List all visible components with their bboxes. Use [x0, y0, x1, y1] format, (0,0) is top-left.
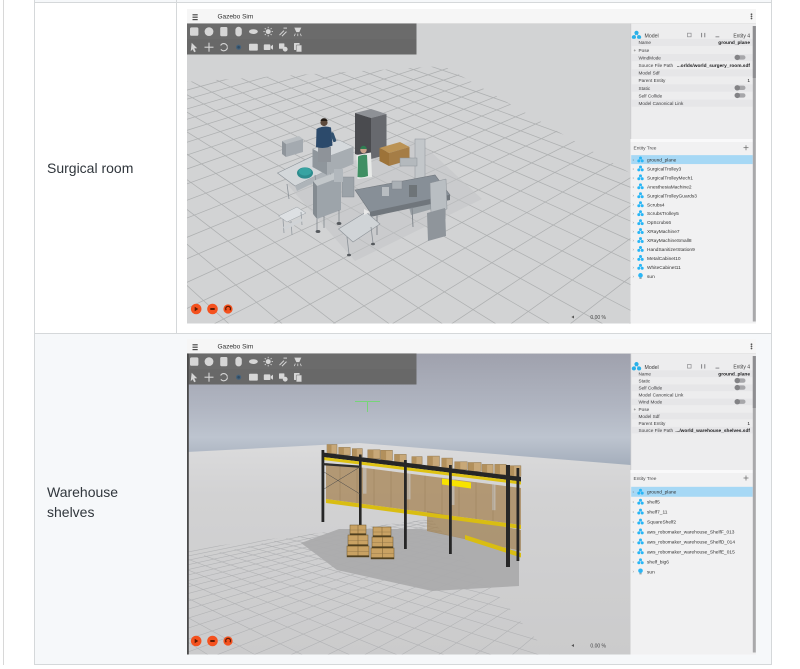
svg-text:MetalCabinet10: MetalCabinet10	[647, 256, 681, 262]
svg-text:Parent Entity: Parent Entity	[639, 78, 666, 83]
svg-text:Self Collide: Self Collide	[639, 386, 663, 391]
svg-text:Scrubs4: Scrubs4	[647, 202, 665, 208]
svg-text:WindMode: WindMode	[639, 55, 662, 60]
svg-text:Name: Name	[639, 40, 652, 45]
svg-text:+: +	[634, 407, 637, 412]
svg-text:Model: Model	[645, 34, 659, 40]
svg-text:XRayMachineSmall8: XRayMachineSmall8	[647, 238, 692, 244]
svg-text:AnesthesiaMachine2: AnesthesiaMachine2	[647, 184, 692, 190]
svg-text:Static: Static	[639, 379, 651, 384]
svg-text:Model Canonical Link: Model Canonical Link	[639, 101, 684, 106]
svg-text:sun: sun	[647, 570, 655, 575]
svg-text:SquareShelf2: SquareShelf2	[647, 520, 676, 526]
svg-text:shelf_big6: shelf_big6	[647, 559, 669, 565]
svg-text:shelf5: shelf5	[647, 500, 660, 506]
svg-text:Model: Model	[645, 365, 659, 371]
svg-text:OpScrubs6: OpScrubs6	[647, 220, 671, 226]
svg-text:Entity 4: Entity 4	[733, 365, 750, 371]
svg-text:ground_plane: ground_plane	[647, 490, 677, 496]
svg-text:Wind Mode: Wind Mode	[639, 400, 663, 405]
svg-text:0.00 %: 0.00 %	[590, 315, 606, 321]
svg-text:0.00 %: 0.00 %	[590, 644, 606, 650]
svg-text:Self Collide: Self Collide	[639, 93, 663, 98]
svg-text:Parent Entity: Parent Entity	[639, 421, 666, 426]
svg-text:ground_plane: ground_plane	[718, 372, 750, 378]
svg-text:sun: sun	[647, 275, 655, 280]
svg-text:SurgicalTrolleyMech1: SurgicalTrolleyMech1	[647, 175, 693, 181]
svg-text:Entity 4: Entity 4	[733, 33, 750, 39]
svg-text:ScrubsTrolley5: ScrubsTrolley5	[647, 211, 679, 217]
svg-text:1: 1	[747, 78, 750, 84]
svg-text:XRayMachine7: XRayMachine7	[647, 229, 680, 235]
svg-text:.../world_warehouse_shelves.sd: .../world_warehouse_shelves.sdf	[675, 428, 750, 434]
svg-text:Entity Tree: Entity Tree	[634, 146, 657, 152]
svg-text:1: 1	[747, 421, 750, 427]
svg-text:Gazebo Sim: Gazebo Sim	[218, 344, 254, 351]
svg-text:WhiteCabinet11: WhiteCabinet11	[647, 265, 681, 271]
svg-text:aws_robomaker_warehouse_ShelfF: aws_robomaker_warehouse_ShelfF_013	[647, 530, 735, 536]
svg-text:Pose: Pose	[639, 48, 650, 53]
svg-text:SurgicalTrolleyGuards3: SurgicalTrolleyGuards3	[647, 193, 697, 199]
svg-text:Model Sdf: Model Sdf	[639, 71, 661, 76]
svg-text:+: +	[634, 48, 637, 53]
svg-text:Source File Path: Source File Path	[639, 63, 674, 68]
svg-text:Entity Tree: Entity Tree	[634, 476, 657, 482]
svg-text:...orlds/world_surgery_room.sd: ...orlds/world_surgery_room.sdf	[677, 63, 751, 69]
svg-text:Model Sdf: Model Sdf	[639, 414, 661, 419]
svg-text:HandSanitizerStation9: HandSanitizerStation9	[647, 247, 695, 253]
svg-text:Pose: Pose	[639, 407, 650, 412]
svg-text:aws_robomaker_warehouse_ShelfE: aws_robomaker_warehouse_ShelfE_015	[647, 549, 735, 555]
svg-text:Static: Static	[639, 86, 651, 91]
svg-text:ground_plane: ground_plane	[647, 158, 677, 164]
svg-text:Model Canonical Link: Model Canonical Link	[639, 393, 684, 398]
svg-text:SurgicalTrolley3: SurgicalTrolley3	[647, 166, 682, 172]
svg-text:ground_plane: ground_plane	[718, 40, 750, 46]
svg-text:shelf7_11: shelf7_11	[647, 510, 668, 516]
svg-text:Source File Path: Source File Path	[639, 428, 674, 433]
svg-text:Gazebo Sim: Gazebo Sim	[218, 14, 254, 21]
svg-text:Name: Name	[639, 372, 652, 377]
svg-text:aws_robomaker_warehouse_ShelfD: aws_robomaker_warehouse_ShelfD_014	[647, 539, 735, 545]
